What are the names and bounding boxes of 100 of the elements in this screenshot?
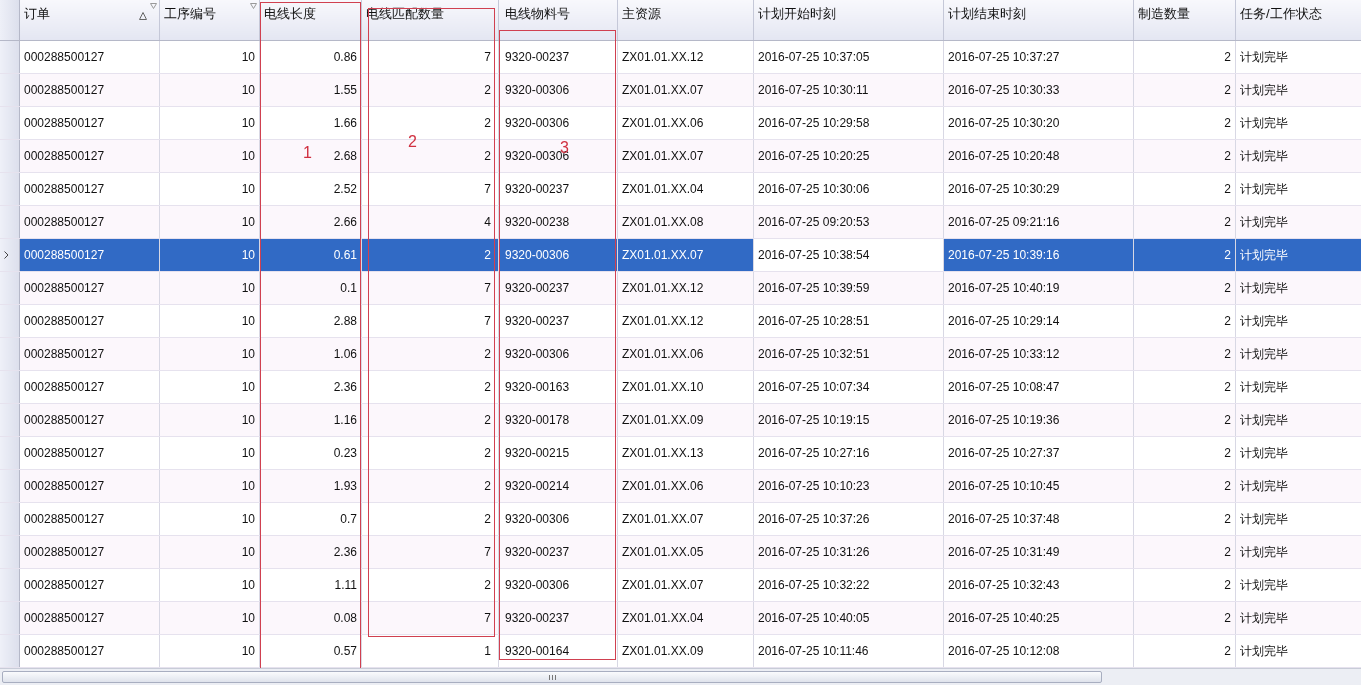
row-indicator[interactable] (0, 73, 20, 107)
table-cell: ZX01.01.XX.06 (617, 106, 754, 140)
table-cell: 9320-00238 (498, 205, 618, 239)
table-cell: 9320-00306 (498, 73, 618, 107)
table-cell: 2016-07-25 10:40:19 (943, 271, 1134, 305)
table-cell: 000288500127 (19, 106, 160, 140)
table-cell: 2.36 (259, 535, 362, 569)
table-cell: 1.93 (259, 469, 362, 503)
row-indicator[interactable] (0, 40, 20, 74)
table-cell: 计划完毕 (1235, 238, 1361, 272)
filter-icon[interactable] (250, 3, 257, 9)
row-indicator[interactable] (0, 634, 20, 668)
row-indicator[interactable] (0, 205, 20, 239)
table-cell: 2 (361, 469, 499, 503)
column-header[interactable]: 工序编号 (159, 0, 260, 41)
column-header[interactable]: 电线长度 (259, 0, 362, 41)
column-header[interactable]: 计划结束时刻 (943, 0, 1134, 41)
sort-ascending-icon (139, 12, 147, 20)
table-cell: 计划完毕 (1235, 502, 1361, 536)
table-cell: 1.66 (259, 106, 362, 140)
table-cell: 10 (159, 205, 260, 239)
table-cell: 9320-00163 (498, 370, 618, 404)
annotation-number: 1 (303, 145, 312, 161)
table-cell: 2016-07-25 10:30:29 (943, 172, 1134, 206)
table-cell: 000288500127 (19, 238, 160, 272)
table-cell: 2016-07-25 10:38:54 (753, 238, 944, 272)
table-cell: 计划完毕 (1235, 403, 1361, 437)
table-cell: 9320-00237 (498, 271, 618, 305)
table-cell: 计划完毕 (1235, 271, 1361, 305)
table-cell: 2016-07-25 10:12:08 (943, 634, 1134, 668)
row-indicator[interactable] (0, 106, 20, 140)
table-cell: 10 (159, 403, 260, 437)
table-cell: 000288500127 (19, 436, 160, 470)
table-cell: 9320-00306 (498, 106, 618, 140)
table-cell: 计划完毕 (1235, 106, 1361, 140)
table-cell: ZX01.01.XX.06 (617, 337, 754, 371)
table-cell: 2 (1133, 337, 1236, 371)
table-cell: 2016-07-25 09:21:16 (943, 205, 1134, 239)
table-cell: 7 (361, 40, 499, 74)
table-cell: 2016-07-25 10:20:25 (753, 139, 944, 173)
row-indicator[interactable] (0, 370, 20, 404)
table-cell: 000288500127 (19, 337, 160, 371)
table-cell: 2 (361, 403, 499, 437)
table-cell: 2016-07-25 10:31:26 (753, 535, 944, 569)
table-cell: 2.66 (259, 205, 362, 239)
column-header[interactable]: 订单 (19, 0, 160, 41)
table-cell: 9320-00306 (498, 238, 618, 272)
row-indicator[interactable] (0, 271, 20, 305)
table-cell: 0.08 (259, 601, 362, 635)
table-cell: 10 (159, 238, 260, 272)
row-indicator[interactable] (0, 568, 20, 602)
table-cell: 计划完毕 (1235, 568, 1361, 602)
table-cell: 0.57 (259, 634, 362, 668)
table-cell: 000288500127 (19, 535, 160, 569)
table-cell: ZX01.01.XX.12 (617, 40, 754, 74)
table-cell: 2 (361, 337, 499, 371)
table-cell: 000288500127 (19, 502, 160, 536)
table-cell: 10 (159, 601, 260, 635)
row-indicator[interactable] (0, 436, 20, 470)
table-cell: 10 (159, 337, 260, 371)
row-indicator[interactable] (0, 502, 20, 536)
row-indicator[interactable] (0, 535, 20, 569)
table-cell: ZX01.01.XX.12 (617, 271, 754, 305)
table-cell: 9320-00237 (498, 304, 618, 338)
column-header[interactable]: 主资源 (617, 0, 754, 41)
table-cell: 2 (361, 436, 499, 470)
column-header[interactable]: 制造数量 (1133, 0, 1236, 41)
row-indicator[interactable] (0, 139, 20, 173)
horizontal-scrollbar[interactable] (0, 668, 1361, 685)
table-cell: 2016-07-25 10:32:43 (943, 568, 1134, 602)
column-header[interactable]: 计划开始时刻 (753, 0, 944, 41)
row-indicator[interactable] (0, 469, 20, 503)
table-cell: 000288500127 (19, 568, 160, 602)
table-cell: 计划完毕 (1235, 469, 1361, 503)
table-cell: 计划完毕 (1235, 139, 1361, 173)
table-cell: 10 (159, 304, 260, 338)
table-cell: 9320-00178 (498, 403, 618, 437)
table-cell: 2 (1133, 271, 1236, 305)
row-indicator[interactable] (0, 172, 20, 206)
filter-icon[interactable] (150, 3, 157, 9)
row-indicator[interactable] (0, 403, 20, 437)
table-cell: 1.11 (259, 568, 362, 602)
table-cell: 10 (159, 634, 260, 668)
column-header[interactable]: 任务/工作状态 (1235, 0, 1361, 41)
table-cell: 2016-07-25 10:40:05 (753, 601, 944, 635)
table-cell: 1.55 (259, 73, 362, 107)
column-header[interactable]: 电线物料号 (498, 0, 618, 41)
table-cell: 000288500127 (19, 304, 160, 338)
row-indicator[interactable] (0, 304, 20, 338)
table-cell: ZX01.01.XX.04 (617, 172, 754, 206)
table-cell: 2016-07-25 10:39:59 (753, 271, 944, 305)
table-cell: 0.7 (259, 502, 362, 536)
row-indicator[interactable] (0, 337, 20, 371)
row-indicator[interactable] (0, 601, 20, 635)
table-cell: 2016-07-25 10:37:48 (943, 502, 1134, 536)
table-cell: 计划完毕 (1235, 304, 1361, 338)
table-cell: 2 (1133, 469, 1236, 503)
row-indicator[interactable] (0, 238, 20, 272)
table-cell: 4 (361, 205, 499, 239)
scrollbar-thumb[interactable] (2, 671, 1102, 683)
